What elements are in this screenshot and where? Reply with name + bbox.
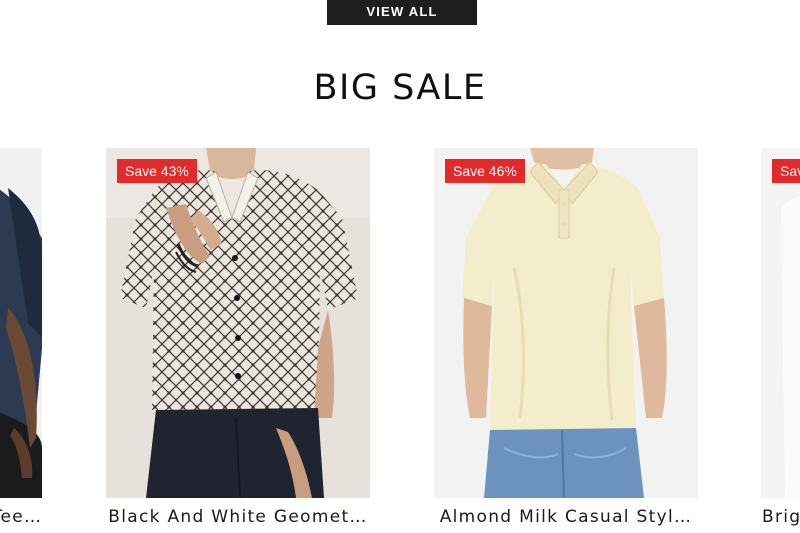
- product-image[interactable]: Save 43%: [106, 148, 370, 498]
- sale-badge: Save 43%: [117, 159, 197, 183]
- product-card[interactable]: Save Brig: [761, 148, 800, 533]
- product-title[interactable]: Brig: [761, 507, 800, 527]
- product-card[interactable]: Save 43% Black And White Geomet…: [106, 148, 370, 533]
- sale-badge: Save 46%: [445, 159, 525, 183]
- product-card[interactable]: Save 46% Almond Milk Casual Styl…: [434, 148, 698, 533]
- section-title: BIG SALE: [313, 68, 487, 108]
- product-image[interactable]: Save 46%: [434, 148, 698, 498]
- view-all-button[interactable]: VIEW ALL: [327, 0, 477, 25]
- product-image[interactable]: Save: [761, 148, 800, 498]
- product-card[interactable]: Navy Blue Crew Neck Tee …: [0, 148, 42, 533]
- product-title[interactable]: Navy Blue Crew Neck Tee …: [0, 507, 42, 527]
- sale-badge: Save: [772, 159, 800, 183]
- page: VIEW ALL BIG SALE Navy Blue Crew Neck Te…: [0, 0, 800, 533]
- product-title[interactable]: Almond Milk Casual Styl…: [434, 507, 698, 527]
- product-image[interactable]: [0, 148, 42, 498]
- product-title[interactable]: Black And White Geomet…: [106, 507, 370, 527]
